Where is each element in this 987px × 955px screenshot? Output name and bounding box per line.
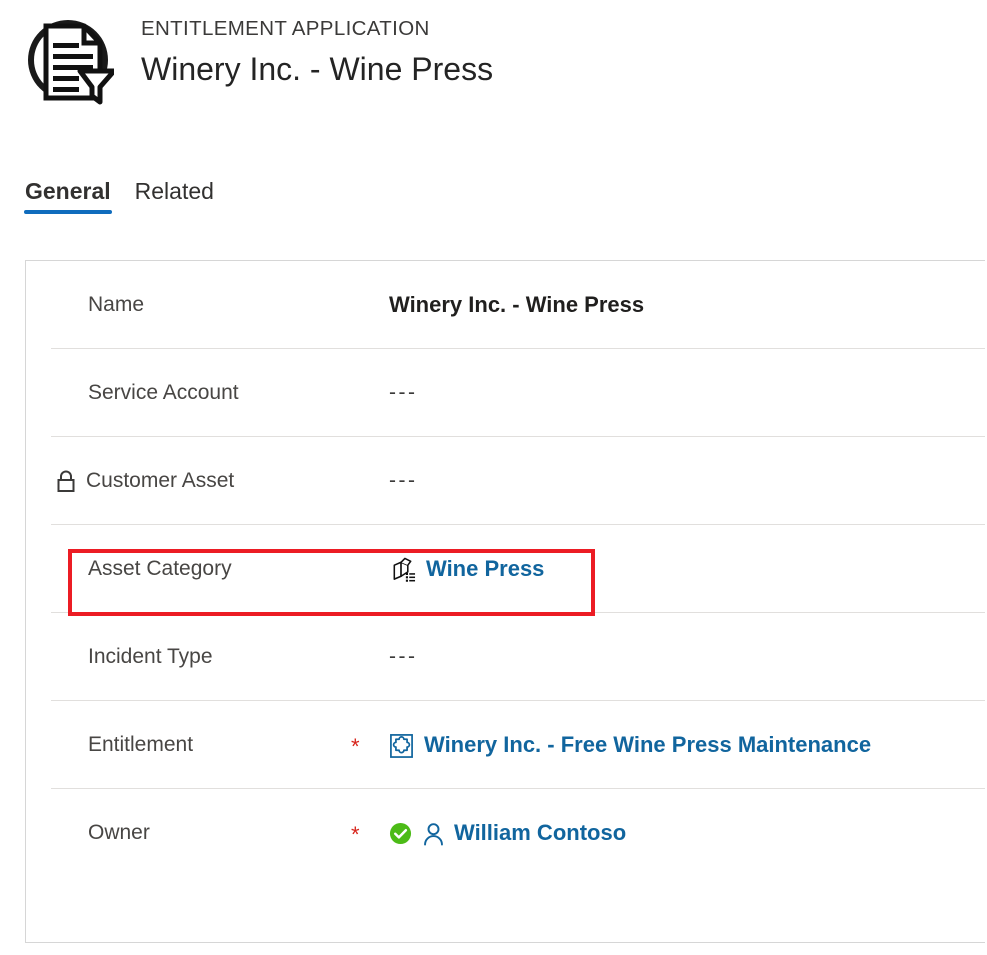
field-label-service-account-text: Service Account — [88, 381, 239, 404]
field-label-name-text: Name — [88, 293, 145, 316]
field-value-name-text: Winery Inc. - Wine Press — [389, 292, 645, 317]
form-row-entitlement: Entitlement * Winery Inc. - Free Wine Pr… — [26, 700, 985, 789]
required-marker-service-account — [351, 391, 389, 395]
field-label-customer-asset: Customer Asset — [26, 469, 351, 493]
field-value-entitlement-link[interactable]: Winery Inc. - Free Wine Press Maintenanc… — [424, 732, 871, 758]
record-header: ENTITLEMENT APPLICATION Winery Inc. - Wi… — [0, 0, 987, 135]
tab-general[interactable]: General — [13, 172, 123, 214]
required-marker-asset-category — [351, 567, 389, 571]
field-value-asset-category-link[interactable]: Wine Press — [426, 556, 544, 582]
person-icon — [421, 820, 446, 847]
field-label-name: Name — [26, 293, 351, 317]
entity-type-label: ENTITLEMENT APPLICATION — [141, 17, 430, 40]
required-marker-name — [351, 303, 389, 307]
page-title: Winery Inc. - Wine Press — [141, 51, 494, 87]
required-marker-owner: * — [351, 822, 360, 847]
field-value-asset-category[interactable]: Wine Press — [389, 556, 985, 583]
available-check-icon — [389, 822, 412, 845]
form-row-customer-asset: Customer Asset --- — [26, 436, 985, 525]
required-marker-customer-asset — [351, 479, 389, 483]
entitlement-puzzle-square-icon — [389, 732, 414, 759]
field-value-customer-asset[interactable]: --- — [389, 469, 985, 493]
general-tab-form-card: Name Winery Inc. - Wine Press Service Ac… — [25, 260, 985, 943]
field-value-incident-type[interactable]: --- — [389, 645, 985, 669]
form-row-incident-type: Incident Type --- — [26, 612, 985, 701]
tab-general-label: General — [25, 178, 111, 204]
product-box-list-icon — [389, 556, 416, 583]
field-value-name[interactable]: Winery Inc. - Wine Press — [389, 292, 985, 318]
field-label-incident-type: Incident Type — [26, 645, 351, 669]
field-value-incident-type-text: --- — [389, 645, 418, 668]
field-value-service-account-text: --- — [389, 381, 418, 404]
field-value-entitlement[interactable]: Winery Inc. - Free Wine Press Maintenanc… — [389, 732, 985, 759]
field-label-incident-type-text: Incident Type — [88, 645, 213, 668]
tab-related-label: Related — [134, 178, 214, 204]
field-label-asset-category-text: Asset Category — [88, 557, 232, 580]
form-field-list: Name Winery Inc. - Wine Press Service Ac… — [26, 261, 985, 877]
tab-related[interactable]: Related — [123, 172, 226, 210]
tab-active-indicator — [24, 210, 112, 214]
field-label-service-account: Service Account — [26, 381, 351, 405]
form-row-asset-category: Asset Category Wine Press — [26, 524, 985, 613]
field-value-owner-link[interactable]: William Contoso — [454, 820, 626, 846]
header-text-block: ENTITLEMENT APPLICATION Winery Inc. - Wi… — [141, 16, 493, 92]
lock-icon — [55, 469, 77, 493]
field-label-asset-category: Asset Category — [26, 557, 351, 581]
field-label-entitlement: Entitlement — [26, 733, 351, 757]
form-row-owner: Owner * William Contoso — [26, 788, 985, 877]
entitlement-application-document-funnel-icon — [22, 14, 117, 106]
field-label-customer-asset-text: Customer Asset — [86, 469, 235, 492]
field-value-customer-asset-text: --- — [389, 469, 418, 492]
required-marker-entitlement: * — [351, 734, 360, 759]
form-row-name: Name Winery Inc. - Wine Press — [26, 261, 985, 349]
field-label-owner: Owner — [26, 821, 351, 845]
field-label-entitlement-text: Entitlement — [88, 733, 194, 756]
field-label-owner-text: Owner — [88, 821, 150, 844]
field-value-service-account[interactable]: --- — [389, 381, 985, 405]
field-value-owner[interactable]: William Contoso — [389, 820, 985, 847]
tab-list: General Related — [0, 172, 987, 224]
required-marker-incident-type — [351, 655, 389, 659]
form-row-service-account: Service Account --- — [26, 348, 985, 437]
